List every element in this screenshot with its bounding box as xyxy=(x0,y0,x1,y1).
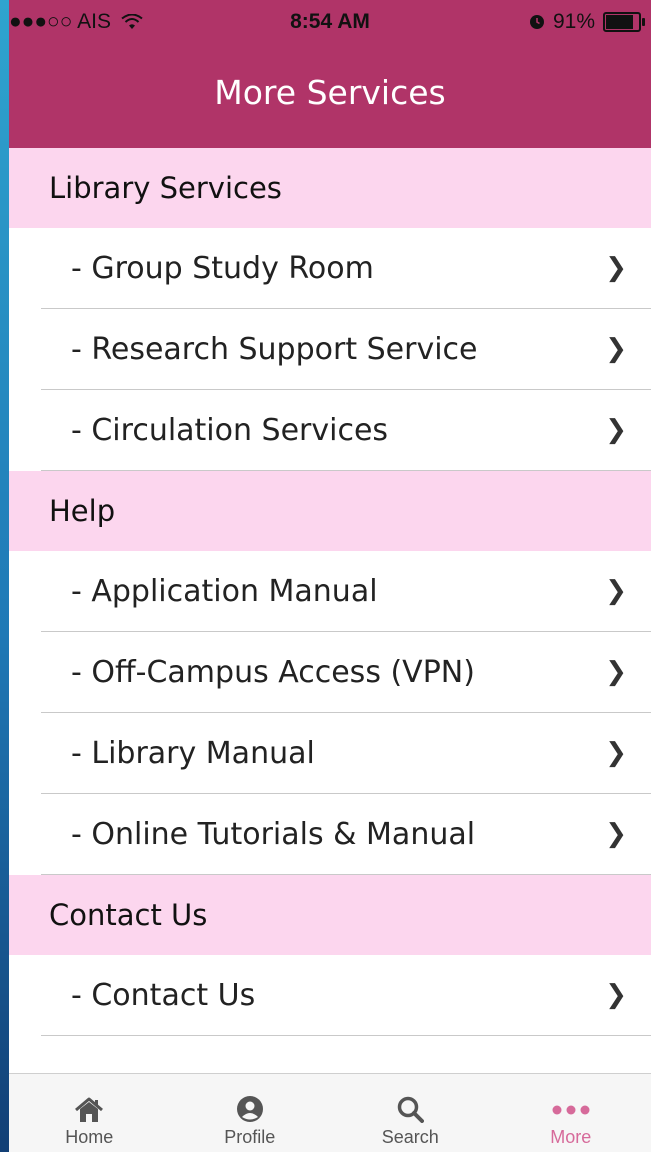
nav-bar: More Services xyxy=(9,44,651,148)
chevron-right-icon: ❯ xyxy=(605,576,627,606)
list-item[interactable]: - Group Study Room ❯ xyxy=(41,228,651,309)
list-item-label: - Contact Us xyxy=(71,977,256,1013)
section-header: Help xyxy=(9,471,651,551)
phone-screen: ●●●○○ AIS 8:54 AM 91% More Services Libr… xyxy=(9,0,651,1152)
section-header: Library Services xyxy=(9,148,651,228)
list-item[interactable]: - Research Support Service ❯ xyxy=(41,309,651,390)
list-item-label: - Library Manual xyxy=(71,735,315,771)
list-item-label: - Off-Campus Access (VPN) xyxy=(71,654,475,690)
list-item[interactable]: - Online Tutorials & Manual ❯ xyxy=(41,794,651,875)
section-header: Contact Us xyxy=(9,875,651,955)
chevron-right-icon: ❯ xyxy=(605,415,627,445)
profile-icon xyxy=(236,1096,263,1122)
list-item-label: - Group Study Room xyxy=(71,250,374,286)
list-item[interactable]: - Circulation Services ❯ xyxy=(41,390,651,471)
list-item[interactable]: - Contact Us ❯ xyxy=(41,955,651,1036)
alarm-icon xyxy=(529,15,544,29)
battery-level xyxy=(606,15,634,29)
tab-home-label: Home xyxy=(65,1127,114,1147)
tab-more-label: More xyxy=(550,1127,592,1147)
status-right: 91% xyxy=(529,10,645,34)
page-title: More Services xyxy=(214,72,446,112)
list-item-label: - Online Tutorials & Manual xyxy=(71,816,476,852)
more-icon xyxy=(552,1105,590,1115)
tab-home[interactable]: Home xyxy=(9,1074,170,1152)
list-item[interactable]: - Off-Campus Access (VPN) ❯ xyxy=(41,632,651,713)
tab-profile[interactable]: Profile xyxy=(170,1074,331,1152)
tab-bar: Home Profile Search More xyxy=(9,1073,651,1152)
tab-more[interactable]: More xyxy=(491,1074,651,1152)
chevron-right-icon: ❯ xyxy=(605,253,627,283)
search-icon xyxy=(398,1096,425,1123)
chevron-right-icon: ❯ xyxy=(605,819,627,849)
list-item[interactable]: - Library Manual ❯ xyxy=(41,713,651,794)
list-item-label: - Research Support Service xyxy=(71,331,478,367)
battery-icon xyxy=(603,12,645,32)
tab-search[interactable]: Search xyxy=(330,1074,491,1152)
list-item-label: - Application Manual xyxy=(71,573,378,609)
list-item[interactable]: - Application Manual ❯ xyxy=(41,551,651,632)
chevron-right-icon: ❯ xyxy=(605,334,627,364)
chevron-right-icon: ❯ xyxy=(605,738,627,768)
list-item-label: - Circulation Services xyxy=(71,412,389,448)
services-list: Library Services - Group Study Room ❯ - Res… xyxy=(9,148,651,1036)
tab-profile-label: Profile xyxy=(224,1127,276,1147)
home-icon xyxy=(75,1097,104,1122)
chevron-right-icon: ❯ xyxy=(605,657,627,687)
chevron-right-icon: ❯ xyxy=(605,980,627,1010)
status-bar: ●●●○○ AIS 8:54 AM 91% xyxy=(9,0,651,44)
battery-percent: 91% xyxy=(552,10,595,33)
tab-search-label: Search xyxy=(381,1127,439,1147)
